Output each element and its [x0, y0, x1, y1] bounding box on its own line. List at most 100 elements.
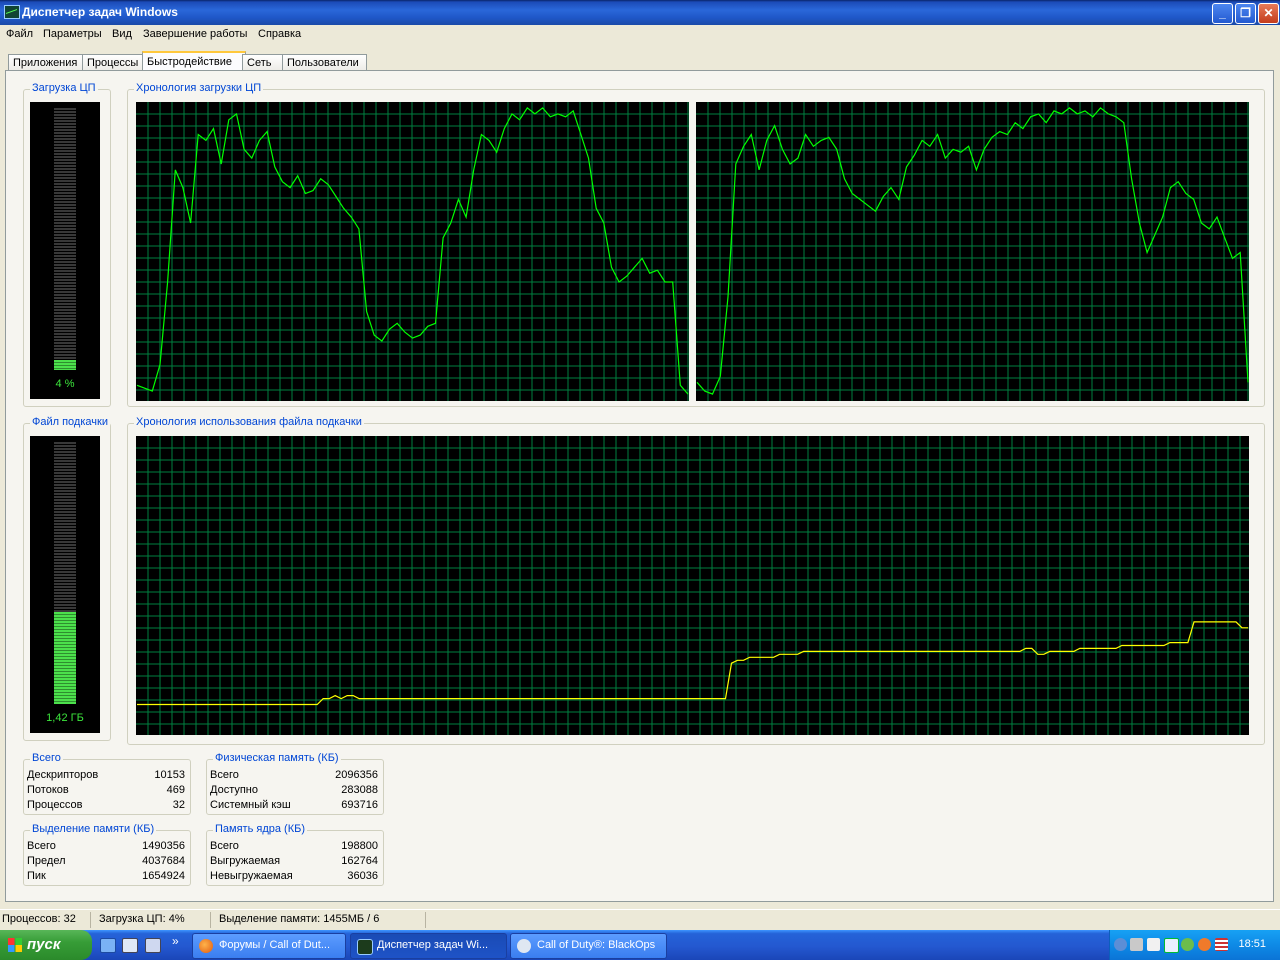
- safely-remove-icon[interactable]: [1147, 938, 1160, 951]
- network-icon[interactable]: [1130, 938, 1143, 951]
- stat-value: 4037684: [142, 855, 185, 867]
- stat-value: 283088: [341, 784, 378, 796]
- stat-key: Всего: [27, 840, 56, 852]
- stat-value: 32: [172, 799, 185, 811]
- menu-file[interactable]: Файл: [6, 28, 33, 40]
- physical-memory-group: Физическая память (КБ) Всего 2096356 Дост…: [206, 752, 384, 815]
- windows-logo-icon: [8, 938, 22, 952]
- show-desktop-icon[interactable]: [100, 938, 116, 953]
- firefox-tray-icon[interactable]: [1198, 938, 1211, 951]
- firefox-icon: [199, 939, 213, 953]
- status-separator: [90, 912, 91, 928]
- cpu-meter-fill: [54, 360, 76, 370]
- totals-label: Всего: [30, 752, 63, 764]
- pagefile-meter-fill: [54, 612, 76, 704]
- stat-key: Дескрипторов: [27, 769, 99, 781]
- task-label: Форумы / Call of Dut...: [219, 939, 331, 951]
- physical-memory-label: Физическая память (КБ): [213, 752, 341, 764]
- totals-group: Всего Дескрипторов 10153 Потоков 469 Проце…: [23, 752, 191, 815]
- tab-processes[interactable]: Процессы: [82, 54, 148, 71]
- tab-performance[interactable]: Быстродействие: [142, 51, 246, 72]
- task-manager-icon: [4, 5, 20, 19]
- cpu-history-chart-core-1: [136, 102, 689, 401]
- stat-value: 693716: [341, 799, 378, 811]
- commit-charge-group: Выделение памяти (КБ) Всего 1490356 Преде…: [23, 823, 191, 886]
- stat-value: 2096356: [335, 769, 378, 781]
- stat-value: 10153: [154, 769, 185, 781]
- title-bar[interactable]: Диспетчер задач Windows _ ❐ ✕: [0, 0, 1280, 25]
- stat-key: Всего: [210, 769, 239, 781]
- quicklaunch-more-icon[interactable]: »: [172, 934, 179, 948]
- menu-bar: Файл Параметры Вид Завершение работы Спр…: [0, 25, 1280, 45]
- cpu-history-label: Хронология загрузки ЦП: [134, 82, 264, 94]
- tab-strip: Приложения Процессы Быстродействие Сеть …: [0, 51, 1280, 72]
- stat-key: Всего: [210, 840, 239, 852]
- tray-expand-icon[interactable]: [1114, 938, 1127, 951]
- cpu-usage-group: Загрузка ЦП 4 %: [23, 82, 111, 407]
- status-separator: [210, 912, 211, 928]
- pagefile-history-chart: [136, 436, 1249, 735]
- menu-shutdown[interactable]: Завершение работы: [143, 28, 247, 40]
- stat-value: 36036: [347, 870, 378, 882]
- cpu-history-graph-core-1: [136, 102, 689, 401]
- game-icon: [517, 939, 531, 953]
- menu-help[interactable]: Справка: [258, 28, 301, 40]
- stat-value: 198800: [341, 840, 378, 852]
- pagefile-history-label: Хронология использования файла подкачки: [134, 416, 364, 428]
- stat-key: Выгружаемая: [210, 855, 281, 867]
- start-label: пуск: [27, 936, 61, 953]
- status-commit: Выделение памяти: 1455МБ / 6: [219, 913, 380, 925]
- task-button-game[interactable]: Call of Duty®: BlackOps: [510, 933, 667, 959]
- system-tray: 18:51: [1109, 930, 1280, 960]
- window-title: Диспетчер задач Windows: [22, 5, 178, 19]
- tab-network[interactable]: Сеть: [242, 54, 284, 71]
- stat-key: Пик: [27, 870, 46, 882]
- cpu-history-chart-core-2: [696, 102, 1249, 401]
- pagefile-history-graph: [136, 436, 1249, 735]
- cpu-value-label: 4 %: [55, 378, 75, 390]
- pagefile-label: Файл подкачки: [30, 416, 110, 428]
- performance-panel: Загрузка ЦП 4 % Хронология загрузки ЦП Ф…: [5, 70, 1274, 902]
- kernel-memory-group: Память ядра (КБ) Всего 198800 Выгружаемая…: [206, 823, 384, 886]
- kernel-memory-label: Память ядра (КБ): [213, 823, 307, 835]
- close-button[interactable]: ✕: [1258, 3, 1279, 24]
- minimize-button[interactable]: _: [1212, 3, 1233, 24]
- stat-key: Невыгружаемая: [210, 870, 293, 882]
- cpu-history-group: Хронология загрузки ЦП: [127, 82, 1265, 407]
- stat-key: Системный кэш: [210, 799, 291, 811]
- menu-options[interactable]: Параметры: [43, 28, 102, 40]
- my-computer-icon[interactable]: [122, 938, 138, 953]
- task-label: Call of Duty®: BlackOps: [537, 939, 656, 951]
- stat-value: 1654924: [142, 870, 185, 882]
- tab-users[interactable]: Пользователи: [282, 54, 367, 71]
- security-icon[interactable]: [1164, 938, 1179, 953]
- pagefile-meter: 1,42 ГБ: [30, 436, 100, 733]
- status-separator: [425, 912, 426, 928]
- task-label: Диспетчер задач Wi...: [377, 939, 489, 951]
- volume-icon[interactable]: [1181, 938, 1194, 951]
- explorer-icon[interactable]: [145, 938, 161, 953]
- start-button[interactable]: пуск: [0, 930, 92, 960]
- status-bar: Процессов: 32 Загрузка ЦП: 4% Выделение …: [0, 909, 1280, 931]
- maximize-button[interactable]: ❐: [1235, 3, 1256, 24]
- stat-key: Предел: [27, 855, 66, 867]
- cpu-usage-label: Загрузка ЦП: [30, 82, 98, 94]
- cpu-history-graph-core-2: [696, 102, 1249, 401]
- pagefile-value-label: 1,42 ГБ: [46, 712, 84, 724]
- taskbar: пуск » Форумы / Call of Dut... Диспетчер…: [0, 930, 1280, 960]
- stat-value: 1490356: [142, 840, 185, 852]
- status-processes: Процессов: 32: [2, 913, 76, 925]
- stat-key: Процессов: [27, 799, 83, 811]
- commit-charge-label: Выделение памяти (КБ): [30, 823, 157, 835]
- pagefile-group: Файл подкачки 1,42 ГБ: [23, 416, 111, 741]
- stat-value: 162764: [341, 855, 378, 867]
- tray-clock[interactable]: 18:51: [1238, 938, 1266, 950]
- stat-value: 469: [166, 784, 185, 796]
- task-button-firefox[interactable]: Форумы / Call of Dut...: [192, 933, 346, 959]
- language-flag-icon[interactable]: [1215, 938, 1228, 951]
- task-button-task-manager[interactable]: Диспетчер задач Wi...: [350, 933, 507, 959]
- stat-key: Потоков: [27, 784, 69, 796]
- tab-applications[interactable]: Приложения: [8, 54, 86, 71]
- menu-view[interactable]: Вид: [112, 28, 132, 40]
- cpu-meter-track: [54, 108, 76, 370]
